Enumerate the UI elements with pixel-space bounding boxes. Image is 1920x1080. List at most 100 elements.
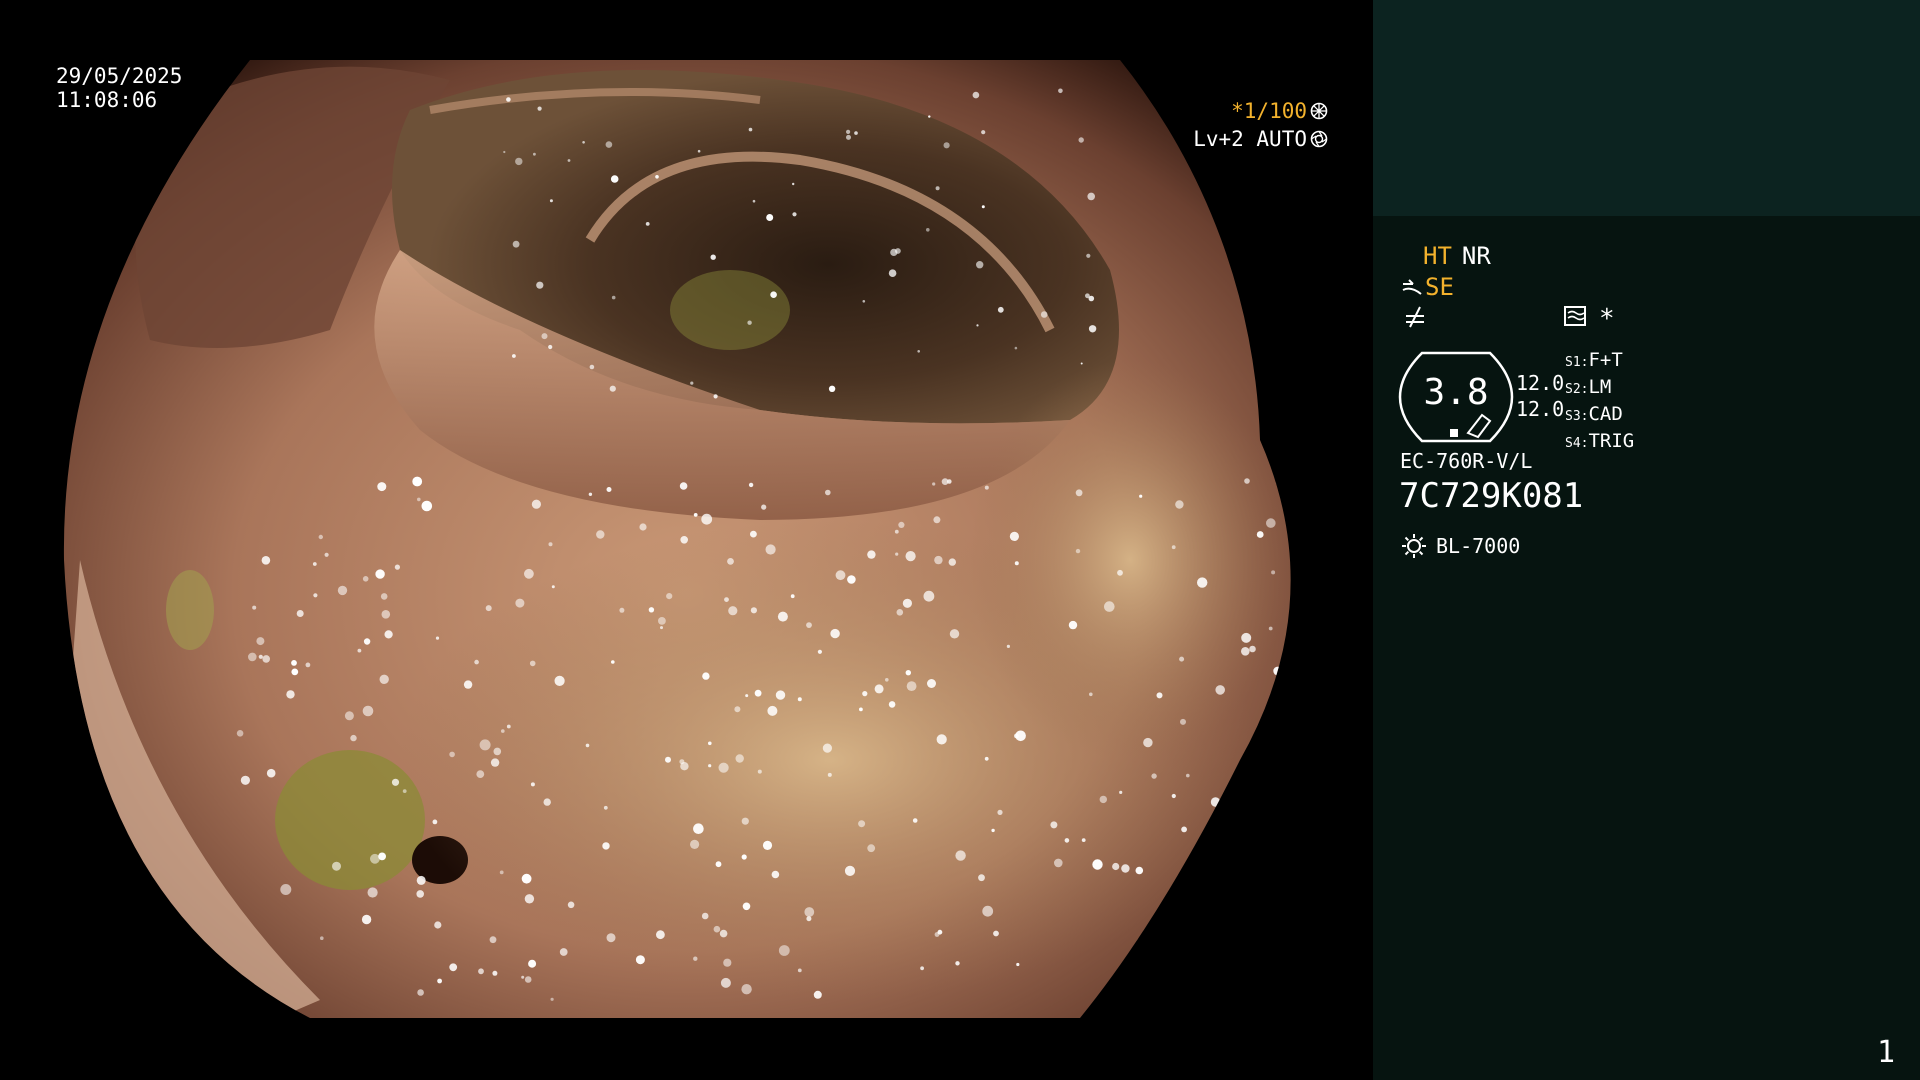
specular-glint bbox=[332, 861, 341, 871]
specular-glint bbox=[635, 955, 645, 965]
specular-glint bbox=[1245, 871, 1250, 876]
specular-glint bbox=[1255, 745, 1259, 750]
specular-glint bbox=[912, 818, 918, 823]
specular-glint bbox=[894, 529, 899, 534]
specular-glint bbox=[606, 933, 616, 943]
endoscope-view: 29/05/2025 11:08:06 *1/100 Lv+2 AUTO bbox=[0, 0, 1373, 1080]
specular-glint bbox=[976, 261, 984, 269]
switch-key: S2: bbox=[1565, 382, 1589, 397]
specular-glint bbox=[997, 306, 1004, 313]
specular-glint bbox=[521, 873, 532, 884]
specular-glint bbox=[548, 344, 553, 350]
specular-glint bbox=[1117, 569, 1123, 576]
specular-glint bbox=[1089, 692, 1093, 697]
specular-glint bbox=[361, 914, 372, 925]
specular-glint bbox=[888, 269, 897, 278]
specular-glint bbox=[363, 638, 371, 645]
specular-glint bbox=[1112, 862, 1120, 871]
specular-glint bbox=[991, 828, 995, 833]
specular-glint bbox=[750, 607, 758, 614]
specular-glint bbox=[955, 850, 966, 861]
specular-glint bbox=[822, 743, 833, 753]
specular-glint bbox=[506, 724, 511, 729]
specular-glint bbox=[1241, 647, 1250, 656]
specular-glint bbox=[928, 115, 931, 118]
specular-glint bbox=[596, 530, 605, 539]
specular-glint bbox=[324, 552, 329, 557]
specular-glint bbox=[827, 772, 832, 777]
specular-glint bbox=[718, 762, 729, 773]
specular-glint bbox=[920, 966, 924, 971]
switch-key: S4: bbox=[1565, 436, 1589, 451]
specular-glint bbox=[1104, 601, 1115, 612]
specular-glint bbox=[320, 936, 324, 940]
specular-glint bbox=[750, 530, 757, 538]
specular-glint bbox=[934, 555, 943, 565]
time-text: 11:08:06 bbox=[56, 88, 158, 112]
specular-glint bbox=[723, 958, 732, 967]
specular-glint bbox=[611, 660, 615, 664]
specular-glint bbox=[503, 150, 506, 154]
specular-glint bbox=[236, 730, 244, 737]
specular-glint bbox=[655, 175, 659, 179]
specular-glint bbox=[844, 865, 856, 877]
specular-glint bbox=[258, 654, 263, 659]
specular-glint bbox=[745, 694, 749, 698]
specular-glint bbox=[589, 364, 595, 370]
scope-model: EC-760R-V/L bbox=[1400, 449, 1533, 473]
specular-glint bbox=[867, 550, 876, 559]
specular-glint bbox=[550, 997, 554, 1001]
specular-glint bbox=[610, 175, 619, 183]
specular-glint bbox=[582, 141, 585, 144]
light-source-name: BL-7000 bbox=[1436, 534, 1521, 558]
specular-glint bbox=[619, 607, 625, 613]
specular-glint bbox=[1241, 632, 1252, 643]
specular-glint bbox=[1081, 838, 1086, 842]
specular-glint bbox=[766, 214, 774, 221]
specular-glint bbox=[1151, 773, 1157, 779]
specular-glint bbox=[379, 674, 389, 684]
specular-glint bbox=[437, 978, 442, 984]
specular-glint bbox=[1256, 531, 1264, 538]
specular-glint bbox=[1086, 253, 1091, 258]
switch-value: CAD bbox=[1588, 403, 1623, 425]
specular-glint bbox=[1271, 570, 1276, 575]
brightness-level: Lv+2 AUTO bbox=[1193, 127, 1307, 151]
specular-glint bbox=[318, 534, 323, 540]
specular-glint bbox=[713, 394, 718, 399]
specular-glint bbox=[567, 901, 575, 909]
specular-glint bbox=[693, 823, 704, 834]
specular-glint bbox=[926, 228, 930, 232]
specular-glint bbox=[701, 912, 709, 920]
specular-glint bbox=[476, 770, 485, 778]
specular-glint bbox=[943, 142, 950, 149]
specular-glint bbox=[1085, 293, 1090, 299]
specular-glint bbox=[748, 127, 753, 132]
specular-glint bbox=[474, 659, 479, 665]
specular-glint bbox=[817, 649, 823, 654]
specular-glint bbox=[927, 679, 936, 688]
specular-glint bbox=[381, 610, 391, 619]
specular-glint bbox=[710, 254, 716, 260]
specular-glint bbox=[895, 552, 899, 556]
specular-glint bbox=[490, 758, 500, 767]
specular-glint bbox=[1175, 500, 1184, 509]
specular-glint bbox=[533, 152, 536, 156]
specular-glint bbox=[862, 300, 866, 303]
specular-glint bbox=[305, 662, 311, 668]
specular-glint bbox=[603, 805, 608, 810]
specular-glint bbox=[905, 670, 911, 676]
specular-glint bbox=[588, 492, 593, 496]
filter-icon bbox=[1564, 306, 1586, 326]
specular-glint bbox=[378, 852, 386, 861]
ht-nr-row: HT NR bbox=[1423, 242, 1491, 270]
specular-glint bbox=[708, 741, 712, 746]
specular-glint bbox=[554, 675, 565, 687]
specular-glint bbox=[240, 984, 248, 993]
specular-glint bbox=[261, 556, 271, 565]
specular-glint bbox=[1278, 718, 1282, 722]
specular-glint bbox=[1171, 793, 1176, 799]
specular-glint bbox=[344, 711, 354, 721]
specular-glint bbox=[767, 705, 778, 716]
specular-glint bbox=[551, 585, 555, 589]
